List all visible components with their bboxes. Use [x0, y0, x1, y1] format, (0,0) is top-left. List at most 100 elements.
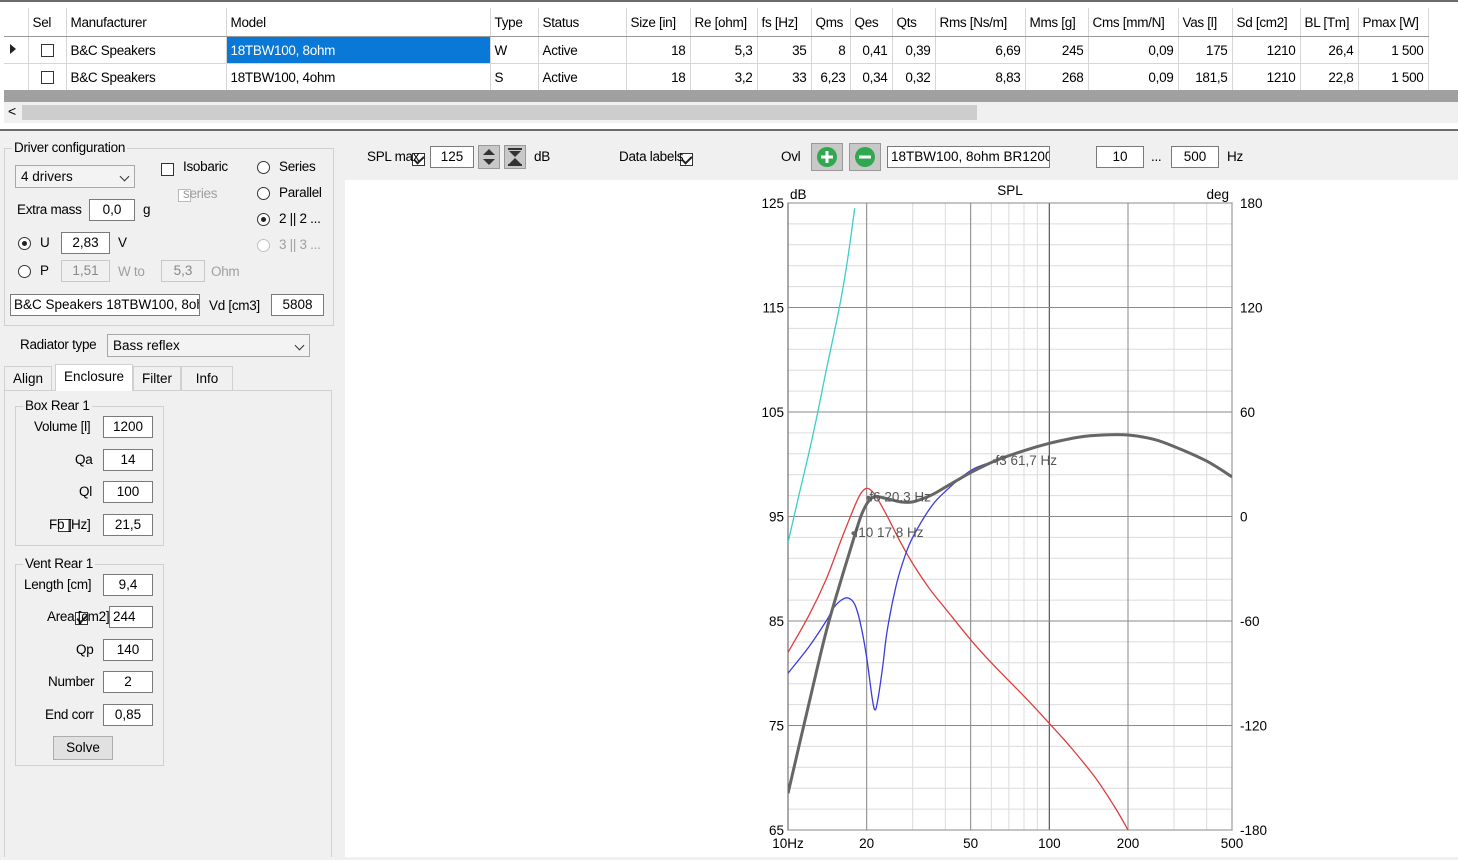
u-input[interactable]: 2,83 [61, 232, 110, 254]
table-cell[interactable]: 175 [1178, 36, 1233, 64]
column-header[interactable]: Sel [28, 8, 67, 37]
series-radio[interactable] [257, 161, 270, 174]
table-cell[interactable]: 0,32 [892, 63, 936, 91]
column-header[interactable]: Pmax [W] [1358, 8, 1429, 37]
table-cell[interactable]: 0,09 [1088, 63, 1179, 91]
number-input[interactable]: 2 [103, 671, 153, 693]
driver-name-field[interactable]: B&C Speakers 18TBW100, 8ohm [10, 294, 200, 316]
column-header[interactable]: Size [in] [626, 8, 691, 37]
table-cell[interactable]: 1210 [1232, 36, 1301, 64]
table-cell[interactable]: 0,34 [850, 63, 893, 91]
table-cell[interactable]: Active [538, 63, 627, 91]
table-cell[interactable]: 3,2 [690, 63, 758, 91]
table-cell[interactable]: 0,41 [850, 36, 893, 64]
row-indicator[interactable] [4, 63, 29, 91]
freq-max-input[interactable]: 500 [1171, 146, 1219, 168]
curve-name-field[interactable]: 18TBW100, 8ohm BR1200 [887, 146, 1050, 168]
column-header[interactable]: Cms [mm/N] [1088, 8, 1179, 37]
column-header[interactable]: Manufacturer [66, 8, 227, 37]
scrollbar-thumb[interactable] [22, 105, 977, 120]
column-header[interactable]: BL [Tm] [1300, 8, 1359, 37]
ohm-input[interactable]: 5,3 [161, 260, 205, 282]
row-select-checkbox[interactable] [40, 44, 54, 58]
table-cell[interactable]: 8,83 [935, 63, 1026, 91]
horizontal-scrollbar[interactable]: < [4, 102, 1458, 123]
table-cell[interactable]: 0,39 [892, 36, 936, 64]
combo-2-radio[interactable] [257, 213, 270, 226]
column-header[interactable]: Mms [g] [1025, 8, 1089, 37]
radiator-type-combo[interactable]: Bass reflex [107, 334, 310, 357]
column-header[interactable]: fs [Hz] [757, 8, 812, 37]
table-cell[interactable]: 268 [1025, 63, 1089, 91]
table-cell[interactable]: 18 [626, 63, 691, 91]
table-row[interactable]: B&C Speakers 18TBW100, 8ohm W Active 18 5,3 35… [4, 36, 1429, 64]
isobaric-checkbox[interactable] [161, 163, 174, 177]
table-cell[interactable]: Active [538, 36, 627, 64]
endcorr-input[interactable]: 0,85 [103, 704, 153, 726]
column-header[interactable]: Vas [l] [1178, 8, 1233, 37]
row-select-checkbox[interactable] [40, 71, 54, 85]
table-cell[interactable]: 5,3 [690, 36, 758, 64]
extra-mass-input[interactable]: 0,0 [89, 199, 135, 221]
column-header[interactable]: Type [490, 8, 539, 37]
column-header[interactable]: Model [226, 8, 491, 37]
u-radio[interactable] [18, 237, 31, 250]
table-cell[interactable]: B&C Speakers [66, 63, 227, 91]
auto-scale-icon[interactable] [504, 145, 526, 169]
p-input[interactable]: 1,51 [61, 260, 110, 282]
table-cell[interactable]: 6,69 [935, 36, 1026, 64]
tab-filter[interactable]: Filter [133, 366, 181, 390]
column-header[interactable]: Qms [811, 8, 851, 37]
table-cell[interactable]: W [490, 36, 539, 64]
table-cell[interactable]: 1210 [1232, 63, 1301, 91]
table-cell[interactable]: S [490, 63, 539, 91]
table-cell[interactable]: 8 [811, 36, 851, 64]
table-cell[interactable]: B&C Speakers [66, 36, 227, 64]
table-cell[interactable]: 0,09 [1088, 36, 1179, 64]
qa-input[interactable]: 14 [103, 449, 153, 471]
table-cell[interactable]: 35 [757, 36, 812, 64]
volume-input[interactable]: 1200 [103, 416, 153, 438]
tab-align[interactable]: Align [4, 366, 52, 390]
table-cell[interactable]: 1 500 [1358, 36, 1429, 64]
column-header[interactable]: Sd [cm2] [1232, 8, 1301, 37]
table-cell[interactable]: 18 [626, 36, 691, 64]
column-header[interactable]: Qes [850, 8, 893, 37]
drivers-count-combo[interactable]: 4 drivers [15, 165, 135, 188]
spl-spin-icon[interactable] [478, 145, 500, 169]
combo-3-radio[interactable] [257, 239, 270, 252]
column-header[interactable]: Re [ohm] [690, 8, 758, 37]
parallel-radio[interactable] [257, 187, 270, 200]
select-cell[interactable] [28, 63, 67, 91]
qp-input[interactable]: 140 [103, 639, 153, 661]
scroll-left-arrow[interactable]: < [8, 103, 16, 119]
column-header[interactable] [4, 8, 29, 37]
table-cell[interactable]: 245 [1025, 36, 1089, 64]
table-cell[interactable]: 33 [757, 63, 812, 91]
table-cell[interactable]: 18TBW100, 4ohm [226, 63, 491, 91]
spl-max-input[interactable]: 125 [430, 146, 474, 168]
freq-min-input[interactable]: 10 [1096, 146, 1144, 168]
fb-input[interactable]: 21,5 [103, 514, 153, 536]
spl-chart[interactable]: 12511510595857565180120600-60-120-18010H… [345, 180, 1458, 857]
add-overlay-button[interactable] [811, 143, 843, 171]
solve-button[interactable]: Solve [53, 736, 113, 760]
ql-input[interactable]: 100 [103, 481, 153, 503]
row-indicator[interactable] [4, 36, 29, 64]
column-header[interactable]: Status [538, 8, 627, 37]
p-radio[interactable] [18, 265, 31, 278]
table-cell[interactable]: 1 500 [1358, 63, 1429, 91]
table-cell[interactable]: 18TBW100, 8ohm [226, 36, 491, 64]
area-input[interactable]: 244 [109, 606, 153, 628]
tab-info[interactable]: Info [181, 366, 233, 390]
table-cell[interactable]: 22,8 [1300, 63, 1359, 91]
table-cell[interactable]: 6,23 [811, 63, 851, 91]
column-header[interactable]: Rms [Ns/m] [935, 8, 1026, 37]
column-header[interactable]: Qts [892, 8, 936, 37]
table-cell[interactable]: 181,5 [1178, 63, 1233, 91]
select-cell[interactable] [28, 36, 67, 64]
length-input[interactable]: 9,4 [103, 574, 153, 596]
tab-enclosure[interactable]: Enclosure [55, 364, 133, 391]
table-row[interactable]: B&C Speakers 18TBW100, 4ohm S Active 18 3,2 33… [4, 63, 1429, 91]
remove-overlay-button[interactable] [849, 143, 881, 171]
